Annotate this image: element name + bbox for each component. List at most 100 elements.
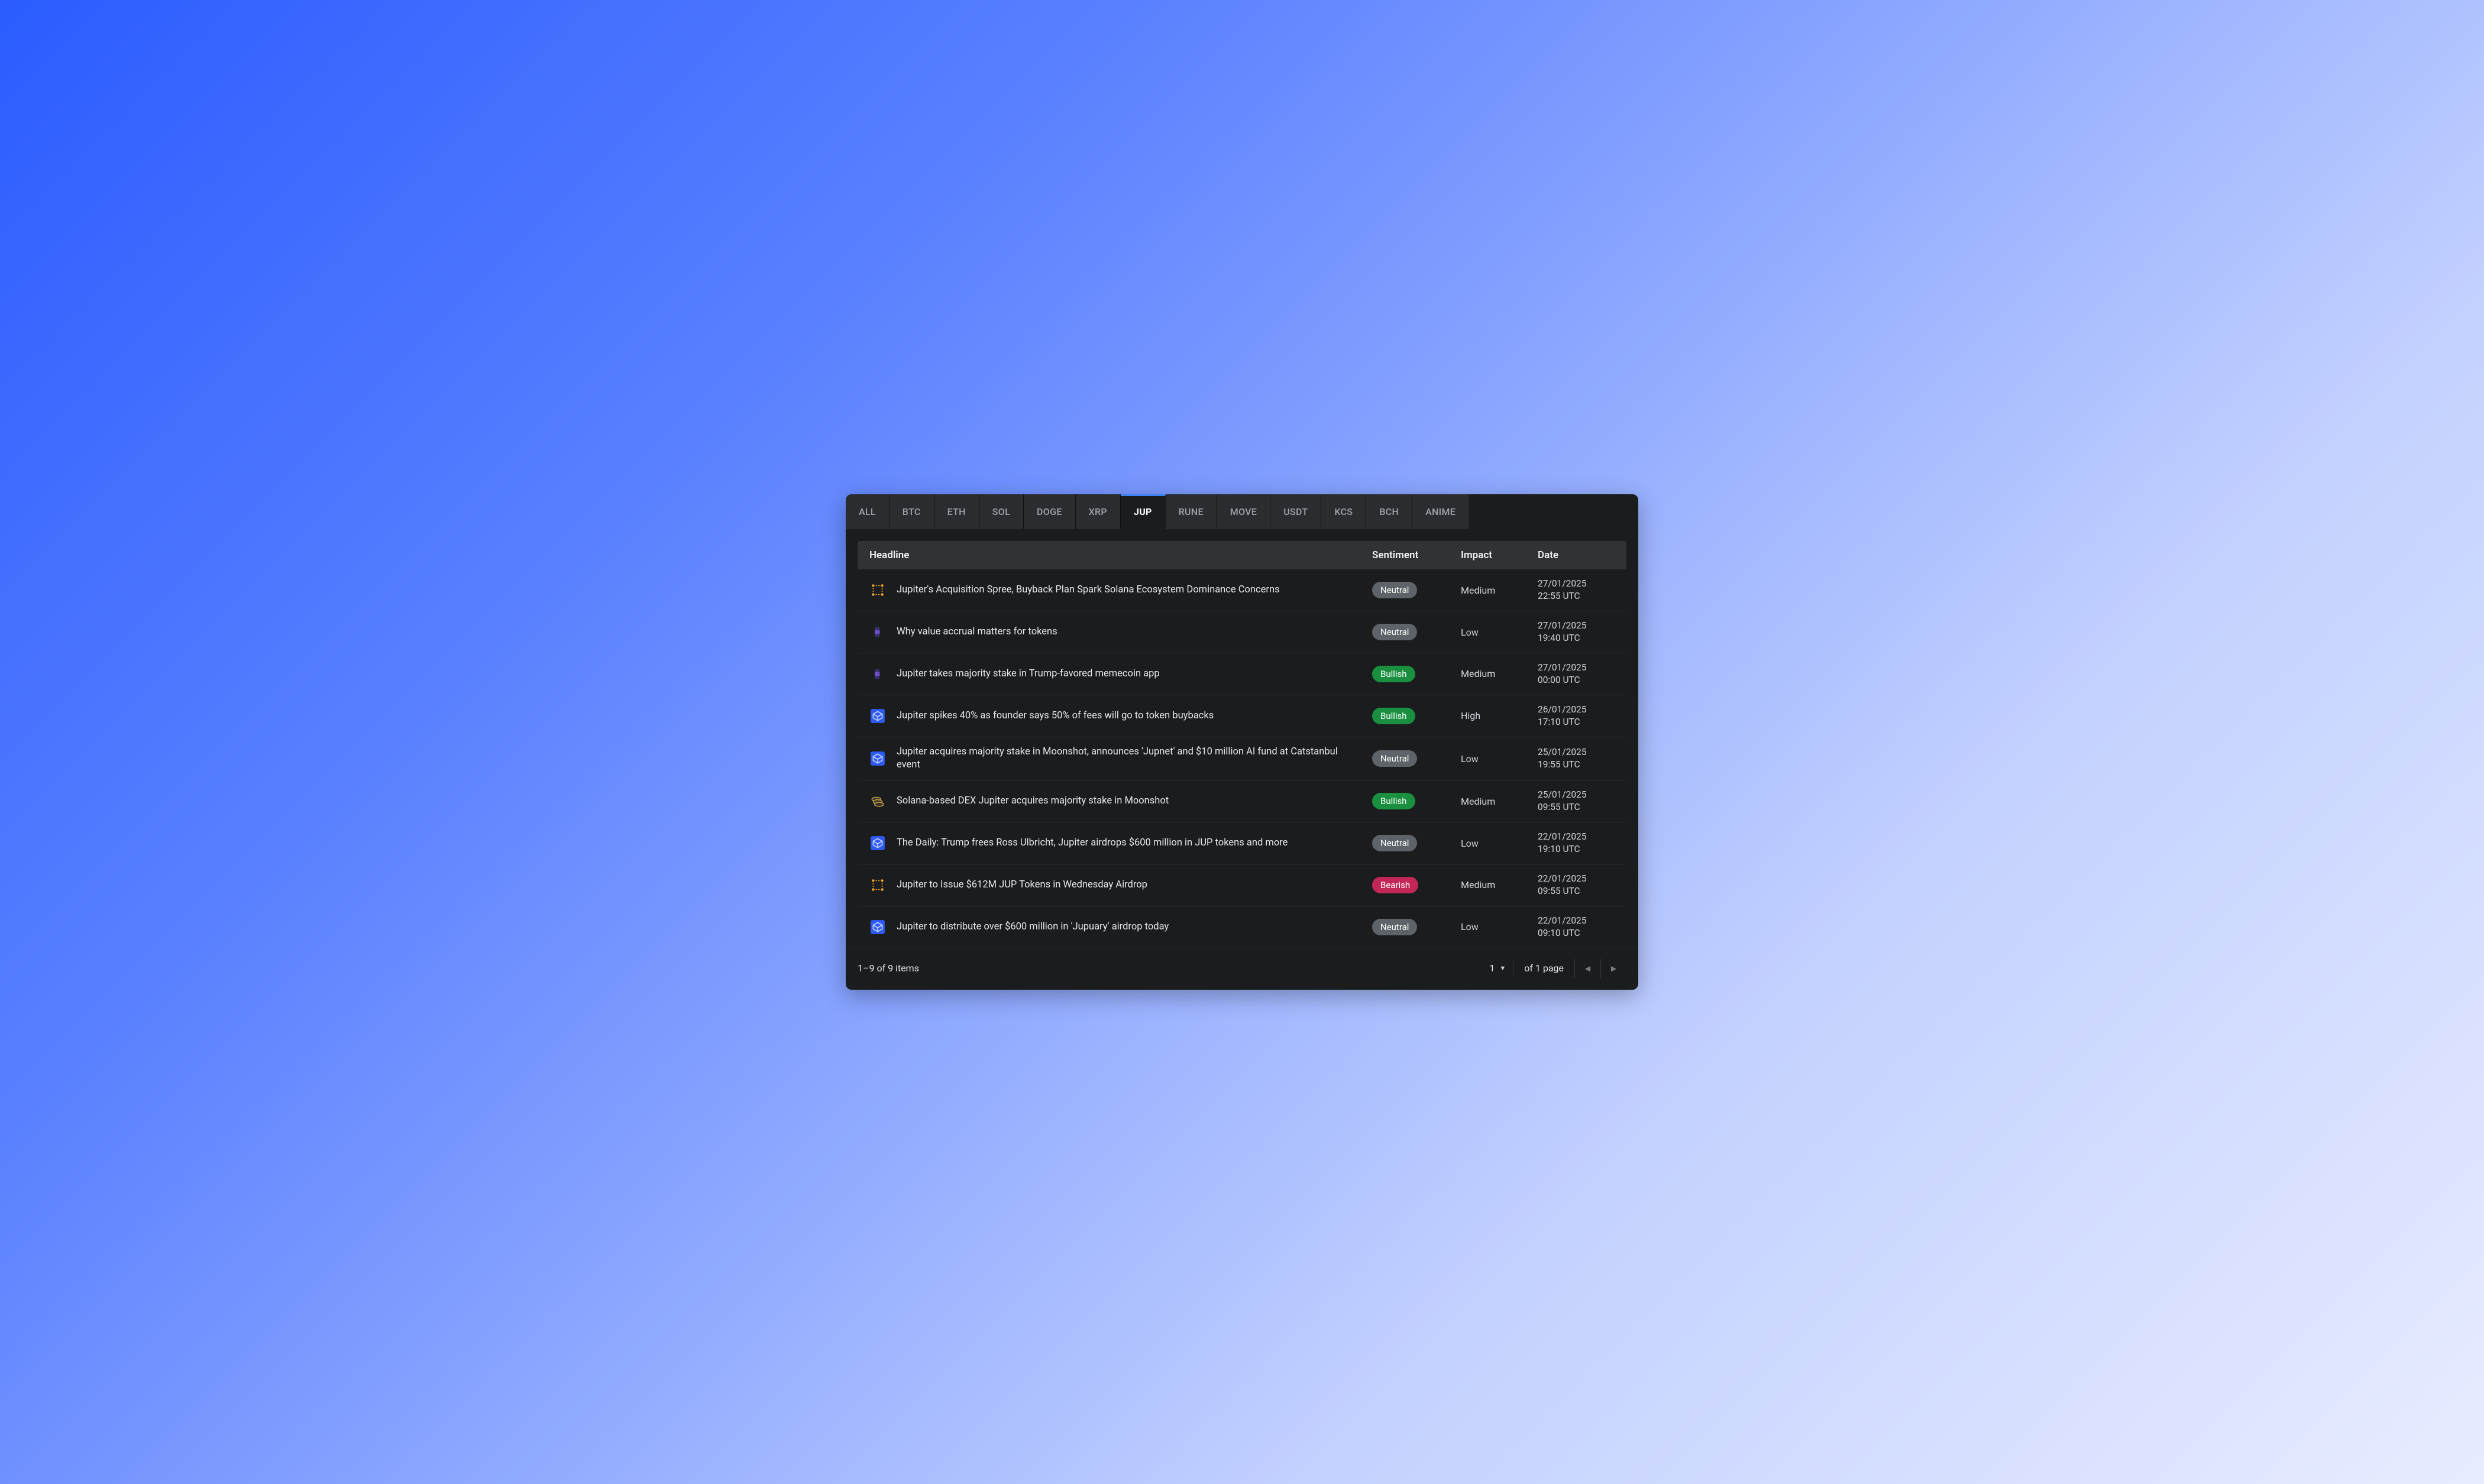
- table-row[interactable]: Jupiter to Issue $612M JUP Tokens in Wed…: [858, 864, 1626, 906]
- table-row[interactable]: Jupiter's Acquisition Spree, Buyback Pla…: [858, 569, 1626, 611]
- news-panel: ALLBTCETHSOLDOGEXRPJUPRUNEMOVEUSDTKCSBCH…: [846, 494, 1638, 989]
- column-header-headline[interactable]: Headline: [869, 549, 1372, 561]
- impact-cell: Medium: [1461, 585, 1538, 596]
- pagination: 1 ▼ of 1 page ◀ ▶: [1482, 959, 1626, 978]
- date-cell: 22/01/202519:10 UTC: [1538, 831, 1615, 856]
- prev-page-button[interactable]: ◀: [1574, 959, 1600, 978]
- sentiment-pill: Neutral: [1372, 624, 1417, 640]
- caret-down-icon: ▼: [1499, 964, 1506, 972]
- tab-doge[interactable]: DOGE: [1024, 494, 1076, 529]
- sentiment-pill: Bullish: [1372, 666, 1415, 682]
- headline-text[interactable]: Jupiter spikes 40% as founder says 50% o…: [897, 709, 1372, 722]
- date-line-1: 22/01/2025: [1538, 873, 1615, 885]
- sentiment-pill: Neutral: [1372, 582, 1417, 598]
- tab-move[interactable]: MOVE: [1217, 494, 1270, 529]
- table-footer: 1–9 of 9 items 1 ▼ of 1 page ◀ ▶: [846, 948, 1638, 990]
- table-row[interactable]: Jupiter acquires majority stake in Moons…: [858, 737, 1626, 781]
- column-header-sentiment[interactable]: Sentiment: [1372, 549, 1461, 561]
- date-cell: 27/01/202500:00 UTC: [1538, 662, 1615, 686]
- tab-all[interactable]: ALL: [846, 494, 890, 529]
- headline-text[interactable]: Jupiter to distribute over $600 million …: [897, 921, 1372, 934]
- sentiment-cell: Bullish: [1372, 708, 1461, 724]
- source-blue-cube-icon: [869, 835, 886, 851]
- tab-jup[interactable]: JUP: [1121, 494, 1166, 529]
- date-cell: 22/01/202509:10 UTC: [1538, 915, 1615, 939]
- coin-tabs: ALLBTCETHSOLDOGEXRPJUPRUNEMOVEUSDTKCSBCH…: [846, 494, 1638, 529]
- impact-cell: Low: [1461, 753, 1538, 764]
- tab-xrp[interactable]: XRP: [1076, 494, 1121, 529]
- impact-cell: Low: [1461, 838, 1538, 849]
- impact-cell: Medium: [1461, 668, 1538, 679]
- date-line-1: 22/01/2025: [1538, 915, 1615, 927]
- sentiment-cell: Neutral: [1372, 919, 1461, 935]
- page-total-label: of 1 page: [1513, 959, 1574, 977]
- date-line-2: 09:55 UTC: [1538, 885, 1615, 897]
- tab-bch[interactable]: BCH: [1366, 494, 1412, 529]
- source-blue-cube-icon: [869, 750, 886, 767]
- sentiment-pill: Neutral: [1372, 919, 1417, 935]
- date-line-2: 19:40 UTC: [1538, 632, 1615, 644]
- date-line-1: 27/01/2025: [1538, 662, 1615, 674]
- date-cell: 27/01/202519:40 UTC: [1538, 620, 1615, 644]
- table-row[interactable]: Jupiter to distribute over $600 million …: [858, 906, 1626, 948]
- date-line-2: 17:10 UTC: [1538, 716, 1615, 728]
- next-page-button[interactable]: ▶: [1600, 959, 1626, 978]
- sentiment-pill: Bullish: [1372, 708, 1415, 724]
- sentiment-pill: Bearish: [1372, 877, 1418, 893]
- chevron-left-icon: ◀: [1585, 964, 1590, 973]
- column-header-impact[interactable]: Impact: [1461, 549, 1538, 561]
- headline-text[interactable]: Why value accrual matters for tokens: [897, 626, 1372, 639]
- headline-text[interactable]: Jupiter takes majority stake in Trump-fa…: [897, 668, 1372, 681]
- tab-anime[interactable]: ANIME: [1412, 494, 1469, 529]
- date-line-2: 00:00 UTC: [1538, 674, 1615, 686]
- tab-usdt[interactable]: USDT: [1270, 494, 1321, 529]
- headline-text[interactable]: Jupiter's Acquisition Spree, Buyback Pla…: [897, 584, 1372, 597]
- table-row[interactable]: Jupiter takes majority stake in Trump-fa…: [858, 653, 1626, 695]
- table-row[interactable]: Solana-based DEX Jupiter acquires majori…: [858, 780, 1626, 822]
- impact-cell: High: [1461, 710, 1538, 721]
- date-line-1: 25/01/2025: [1538, 746, 1615, 759]
- source-purple-bar-icon: [869, 624, 886, 640]
- headline-text[interactable]: The Daily: Trump frees Ross Ulbricht, Ju…: [897, 837, 1372, 850]
- headline-text[interactable]: Jupiter acquires majority stake in Moons…: [897, 746, 1372, 772]
- impact-cell: Medium: [1461, 796, 1538, 807]
- sentiment-cell: Bearish: [1372, 877, 1461, 893]
- date-cell: 22/01/202509:55 UTC: [1538, 873, 1615, 897]
- tab-rune[interactable]: RUNE: [1166, 494, 1217, 529]
- sentiment-cell: Neutral: [1372, 582, 1461, 598]
- current-page-number: 1: [1489, 963, 1495, 974]
- date-cell: 25/01/202509:55 UTC: [1538, 789, 1615, 814]
- items-summary: 1–9 of 9 items: [858, 963, 919, 974]
- sentiment-pill: Bullish: [1372, 793, 1415, 809]
- table-container: Headline Sentiment Impact Date Jupiter's…: [846, 529, 1638, 947]
- sentiment-cell: Neutral: [1372, 750, 1461, 767]
- source-blue-cube-icon: [869, 919, 886, 935]
- date-line-1: 27/01/2025: [1538, 620, 1615, 632]
- impact-cell: Low: [1461, 627, 1538, 638]
- sentiment-cell: Neutral: [1372, 624, 1461, 640]
- sentiment-cell: Bullish: [1372, 793, 1461, 809]
- date-cell: 26/01/202517:10 UTC: [1538, 704, 1615, 728]
- sentiment-pill: Neutral: [1372, 750, 1417, 767]
- tab-eth[interactable]: ETH: [934, 494, 979, 529]
- tab-kcs[interactable]: KCS: [1321, 494, 1366, 529]
- impact-cell: Low: [1461, 921, 1538, 932]
- impact-cell: Medium: [1461, 879, 1538, 890]
- date-cell: 25/01/202519:55 UTC: [1538, 746, 1615, 771]
- page-select[interactable]: 1 ▼: [1482, 959, 1513, 977]
- sentiment-pill: Neutral: [1372, 835, 1417, 851]
- table-row[interactable]: The Daily: Trump frees Ross Ulbricht, Ju…: [858, 822, 1626, 864]
- date-cell: 27/01/202522:55 UTC: [1538, 578, 1615, 602]
- date-line-1: 25/01/2025: [1538, 789, 1615, 801]
- tab-sol[interactable]: SOL: [979, 494, 1024, 529]
- sentiment-cell: Bullish: [1372, 666, 1461, 682]
- table-row[interactable]: Why value accrual matters for tokensNeut…: [858, 611, 1626, 653]
- headline-text[interactable]: Jupiter to Issue $612M JUP Tokens in Wed…: [897, 879, 1372, 892]
- column-header-date[interactable]: Date: [1538, 549, 1615, 561]
- date-line-2: 09:10 UTC: [1538, 927, 1615, 939]
- table-row[interactable]: Jupiter spikes 40% as founder says 50% o…: [858, 695, 1626, 737]
- source-coin-stack-icon: [869, 793, 886, 809]
- tab-btc[interactable]: BTC: [890, 494, 934, 529]
- headline-text[interactable]: Solana-based DEX Jupiter acquires majori…: [897, 795, 1372, 808]
- chevron-right-icon: ▶: [1611, 964, 1616, 973]
